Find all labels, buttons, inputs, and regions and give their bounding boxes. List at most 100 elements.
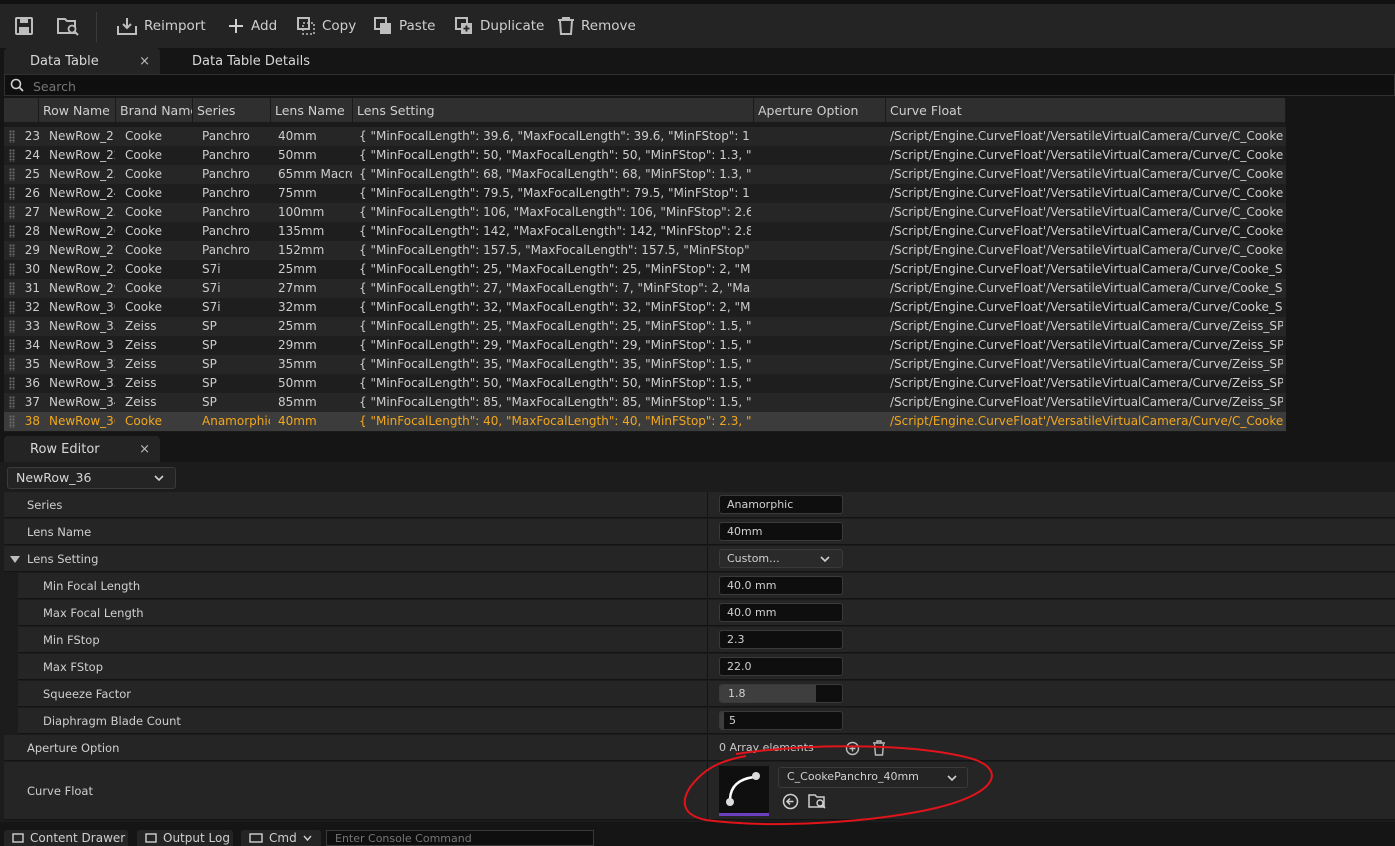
table-row[interactable]: 26 NewRow_24 Cooke Panchro 75mm { "MinFocalLe… [4,184,1286,203]
table-cell-series: S7i [202,262,221,276]
table-row[interactable]: 36 NewRow_33 Zeiss SP 50mm { "MinFocalLength"… [4,374,1286,393]
close-icon[interactable]: × [139,54,150,69]
lens-name-field[interactable]: 40mm [719,522,843,541]
drag-handle-icon[interactable] [9,415,15,428]
close-icon[interactable]: × [139,442,150,457]
max-focal-length-field[interactable]: 40.0 mm [719,603,843,622]
property-row-lens-setting[interactable]: Lens Setting Custom... [4,546,1395,572]
drag-handle-icon[interactable] [9,187,15,200]
table-cell-aperture [758,165,884,184]
min-focal-length-label: Min Focal Length [43,579,141,593]
table-cell-name: NewRow_27 [49,243,115,257]
aperture-option-label: Aperture Option [27,741,120,755]
table-cell-num: 31 [24,281,40,295]
table-cell-curve: /Script/Engine.CurveFloat'/VersatileVirt… [890,224,1283,238]
table-cell-lens: 29mm [278,338,317,352]
drag-handle-icon[interactable] [9,358,15,371]
min-fstop-field[interactable]: 2.3 [719,630,843,649]
table-cell-num: 36 [24,376,40,390]
table-row[interactable]: 38 NewRow_36 Cooke Anamorphic 40mm { "MinFoca… [4,412,1286,431]
table-row[interactable]: 29 NewRow_27 Cooke Panchro 152mm { "MinFocalL… [4,241,1286,260]
lens-setting-preset-dropdown[interactable]: Custom... [719,549,843,568]
table-cell-aperture [758,203,884,222]
table-cell-setting: { "MinFocalLength": 68, "MaxFocalLength"… [359,167,751,181]
tab-data-table-details[interactable]: Data Table Details [192,48,310,74]
paste-button[interactable]: Paste [373,10,435,42]
save-button[interactable] [14,10,40,42]
content-drawer-button[interactable]: Content Drawer [4,830,128,846]
drag-handle-icon[interactable] [9,130,15,143]
column-header-lens-setting[interactable]: Lens Setting [353,98,754,122]
reimport-button[interactable]: Reimport [116,10,206,42]
column-header-aperture-option[interactable]: Aperture Option [754,98,886,122]
min-focal-length-field[interactable]: 40.0 mm [719,576,843,595]
drag-handle-icon[interactable] [9,225,15,238]
drag-handle-icon[interactable] [9,320,15,333]
remove-button[interactable]: Remove [557,10,636,42]
table-cell-aperture [758,336,884,355]
table-row[interactable]: 31 NewRow_29 Cooke S7i 27mm { "MinFocalLength… [4,279,1286,298]
column-header-curve-float[interactable]: Curve Float [886,98,1286,122]
table-row[interactable]: 25 NewRow_23 Cooke Panchro 65mm Macro { "MinF… [4,165,1286,184]
column-header-row-name[interactable]: Row Name [39,98,116,122]
duplicate-button[interactable]: Duplicate [454,10,544,42]
table-row[interactable]: 32 NewRow_30 Cooke S7i 32mm { "MinFocalLength… [4,298,1286,317]
table-row[interactable]: 23 NewRow_21 Cooke Panchro 40mm { "MinFocalLe… [4,127,1286,146]
column-header-brand-name[interactable]: Brand Name [116,98,193,122]
table-row[interactable]: 34 NewRow_31 Zeiss SP 29mm { "MinFocalLength"… [4,336,1286,355]
toolbar-divider [96,12,97,42]
column-header-lens-name[interactable]: Lens Name [271,98,353,122]
drag-handle-icon[interactable] [9,263,15,276]
series-field[interactable]: Anamorphic [719,495,843,514]
add-button[interactable]: Add [227,10,277,42]
drag-handle-icon[interactable] [9,149,15,162]
table-cell-curve: /Script/Engine.CurveFloat'/VersatileVirt… [890,281,1283,295]
column-header-series[interactable]: Series [193,98,271,122]
squeeze-factor-label: Squeeze Factor [43,687,132,701]
column-header-index[interactable] [4,98,39,122]
max-fstop-field[interactable]: 22.0 [719,657,843,676]
console-command-input[interactable] [326,830,594,846]
drag-handle-icon[interactable] [9,244,15,257]
paste-label: Paste [399,18,436,34]
table-cell-aperture [758,146,884,165]
drag-handle-icon[interactable] [9,377,15,390]
drag-handle-icon[interactable] [9,206,15,219]
table-cell-lens: 40mm [278,414,317,428]
diaphragm-blade-count-slider[interactable]: 5 [719,711,843,730]
table-row[interactable]: 24 NewRow_22 Cooke Panchro 50mm { "MinFocalLe… [4,146,1286,165]
tab-data-table[interactable]: Data Table × [4,48,160,74]
table-row[interactable]: 37 NewRow_34 Zeiss SP 85mm { "MinFocalLength"… [4,393,1286,412]
squeeze-factor-value: 1.8 [728,687,746,700]
table-cell-num: 28 [24,224,40,238]
cmd-dropdown[interactable]: Cmd [241,830,321,846]
browse-button[interactable] [56,10,86,42]
drag-handle-icon[interactable] [9,396,15,409]
table-row[interactable]: 33 NewRow_35 Zeiss SP 25mm { "MinFocalLength"… [4,317,1286,336]
squeeze-factor-slider[interactable]: 1.8 [719,684,843,703]
copy-button[interactable]: Copy [296,10,356,42]
table-cell-setting: { "MinFocalLength": 25, "MaxFocalLength"… [359,319,751,333]
table-row[interactable]: 27 NewRow_25 Cooke Panchro 100mm { "MinFocalL… [4,203,1286,222]
table-cell-setting: { "MinFocalLength": 79.5, "MaxFocalLengt… [359,186,751,200]
table-cell-setting: { "MinFocalLength": 39.6, "MaxFocalLengt… [359,129,751,143]
series-label: Series [27,498,63,512]
table-row[interactable]: 28 NewRow_26 Cooke Panchro 135mm { "MinFocalL… [4,222,1286,241]
table-row[interactable]: 30 NewRow_28 Cooke S7i 25mm { "MinFocalLength… [4,260,1286,279]
row-select-dropdown[interactable]: NewRow_36 [7,467,176,489]
drag-handle-icon[interactable] [9,168,15,181]
table-cell-name: NewRow_23 [49,167,115,181]
drag-handle-icon[interactable] [9,339,15,352]
table-row[interactable]: 35 NewRow_32 Zeiss SP 35mm { "MinFocalLength"… [4,355,1286,374]
search-input[interactable] [31,75,635,97]
table-cell-curve: /Script/Engine.CurveFloat'/VersatileVirt… [890,148,1283,162]
expand-arrow-icon[interactable] [10,556,20,563]
table-cell-name: NewRow_25 [49,205,115,219]
table-cell-setting: { "MinFocalLength": 25, "MaxFocalLength"… [359,262,751,276]
table-cell-series: Panchro [202,148,250,162]
table-cell-brand: Cooke [125,243,162,257]
drag-handle-icon[interactable] [9,301,15,314]
tab-row-editor[interactable]: Row Editor × [4,436,160,462]
drag-handle-icon[interactable] [9,282,15,295]
output-log-button[interactable]: Output Log [137,830,233,846]
